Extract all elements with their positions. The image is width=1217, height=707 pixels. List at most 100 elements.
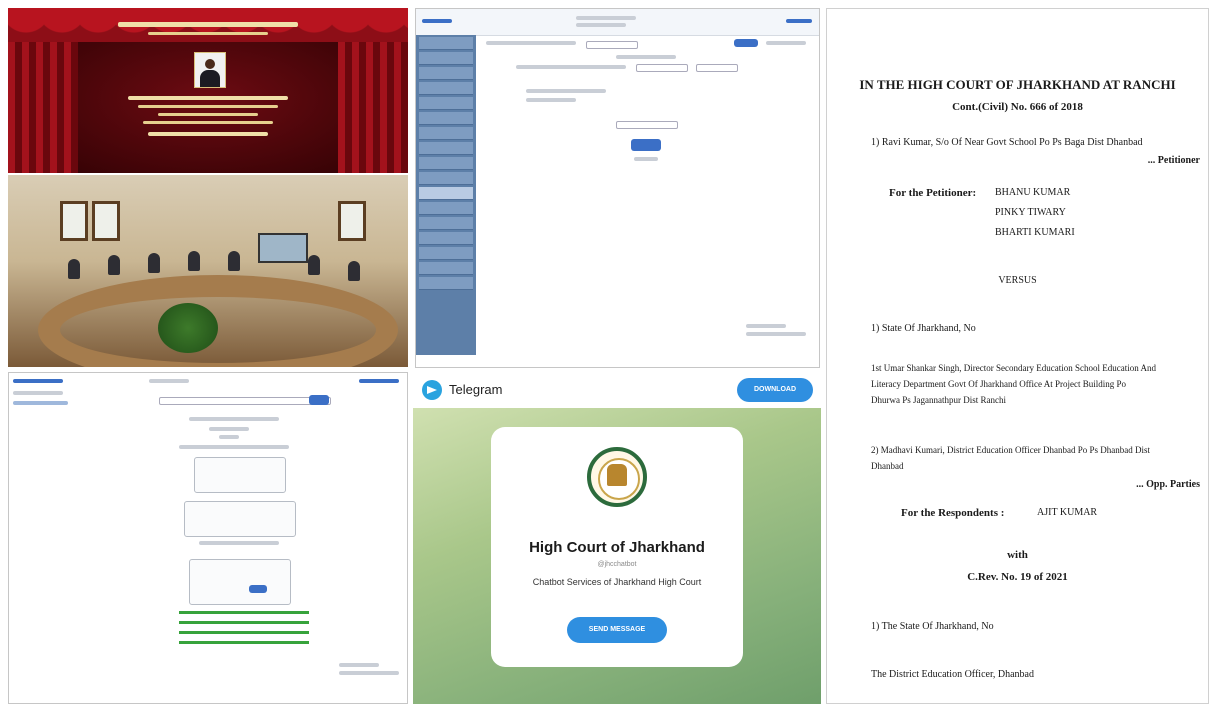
form-select[interactable] [696, 64, 738, 72]
nav-item[interactable] [419, 82, 473, 95]
telegram-screenshot: Telegram DOWNLOAD High Court of Jharkhan… [413, 372, 821, 704]
nav-item-active[interactable] [419, 187, 473, 200]
download-link[interactable] [179, 611, 309, 614]
person [228, 251, 240, 271]
footer-line [339, 671, 399, 675]
person [148, 253, 160, 273]
nav-item[interactable] [419, 157, 473, 170]
person [308, 255, 320, 275]
result-line [199, 541, 279, 545]
respondent-1a-line: Dhurwa Ps Jagannathpur Dist Ranchi [871, 395, 1006, 405]
wall-window [92, 201, 120, 241]
view-button[interactable] [249, 585, 267, 593]
result-heading-line [189, 417, 279, 421]
petitioner-line: 1) Ravi Kumar, S/o Of Near Govt School P… [871, 137, 1143, 148]
result-line [209, 427, 249, 431]
nav-item[interactable] [419, 277, 473, 290]
channel-description: Chatbot Services of Jharkhand High Court [532, 577, 702, 587]
linked-case-number: C.Rev. No. 19 of 2021 [967, 571, 1068, 583]
respondent-1a-line: 1st Umar Shankar Singh, Director Seconda… [871, 363, 1156, 373]
nav-item[interactable] [419, 232, 473, 245]
side-navigation [416, 35, 476, 355]
channel-card: High Court of Jharkhand @jhcchatbot Chat… [491, 427, 743, 667]
download-link[interactable] [179, 621, 309, 624]
petitioner-counsel: BHARTI KUMARI [995, 227, 1075, 238]
nav-item[interactable] [419, 142, 473, 155]
person [108, 255, 120, 275]
form-topbar [416, 9, 819, 36]
footer-line [746, 332, 806, 336]
send-message-button[interactable]: SEND MESSAGE [567, 617, 667, 643]
form-select[interactable] [636, 64, 688, 72]
stage-caption-line [138, 105, 278, 108]
nav-item[interactable] [419, 67, 473, 80]
nav-item[interactable] [419, 127, 473, 140]
for-respondent-label: For the Respondents : [901, 507, 1005, 519]
nav-item[interactable] [419, 52, 473, 65]
nav-item[interactable] [419, 112, 473, 125]
form-note-line [526, 89, 606, 93]
submit-button[interactable] [631, 139, 661, 151]
potted-plant [158, 303, 218, 353]
login-link[interactable] [786, 19, 812, 23]
login-link[interactable] [359, 379, 399, 383]
reset-link[interactable] [634, 157, 658, 161]
nav-item[interactable] [419, 202, 473, 215]
search-button[interactable] [309, 395, 329, 405]
captcha-input[interactable] [616, 121, 678, 129]
linked-respondent: 1) The State Of Jharkhand, No [871, 621, 994, 632]
wall-window [338, 201, 366, 241]
channel-handle: @jhcchatbot [597, 561, 637, 568]
telegram-app-title: Telegram [449, 382, 503, 397]
case-status-screenshot [8, 372, 408, 704]
search-fields[interactable] [159, 397, 331, 405]
linked-respondent: The District Education Officer, Dhanbad [871, 669, 1034, 680]
conference-table [38, 275, 398, 367]
download-link[interactable] [179, 631, 309, 634]
nav-item[interactable] [419, 172, 473, 185]
nav-item[interactable] [419, 97, 473, 110]
site-subtitle-line [576, 23, 626, 27]
person [348, 261, 360, 281]
form-heading-line [616, 55, 676, 59]
stage-caption-line [143, 121, 273, 124]
footer-line [746, 324, 786, 328]
stage-date-line [148, 132, 268, 136]
stage-caption-line [128, 96, 288, 100]
go-button[interactable] [734, 39, 758, 47]
result-box [189, 559, 291, 605]
petitioner-counsel: PINKY TIWARY [995, 207, 1066, 218]
site-title-line [576, 16, 636, 20]
stage-heading [118, 22, 298, 27]
respondent-counsel: AJIT KUMAR [1037, 507, 1098, 518]
nav-item[interactable] [419, 262, 473, 275]
person [68, 259, 80, 279]
form-field-line[interactable] [516, 65, 626, 69]
download-button[interactable]: DOWNLOAD [737, 378, 813, 402]
case-number: Cont.(Civil) No. 666 of 2018 [952, 101, 1083, 113]
nav-item[interactable] [419, 247, 473, 260]
side-link-active[interactable] [13, 401, 68, 405]
respondent-role: ... Opp. Parties [1136, 479, 1200, 490]
person [188, 251, 200, 271]
for-petitioner-label: For the Petitioner: [889, 187, 977, 199]
court-emblem-icon [587, 447, 647, 507]
toolbar-icons[interactable] [766, 41, 806, 45]
respondent-1a-line: Literacy Department Govt Of Jharkhand Of… [871, 379, 1127, 389]
channel-name: High Court of Jharkhand [529, 539, 705, 556]
nav-item[interactable] [419, 217, 473, 230]
with-label: with [1007, 549, 1028, 561]
portrait-photo [194, 52, 226, 88]
telegram-header: Telegram DOWNLOAD [413, 372, 821, 408]
stage-photo [8, 8, 408, 173]
versus-label: VERSUS [998, 275, 1037, 286]
result-line [179, 445, 289, 449]
nav-item[interactable] [419, 37, 473, 50]
meeting-room-photo [8, 175, 408, 367]
telegram-logo-icon [422, 380, 442, 400]
side-link[interactable] [13, 391, 63, 395]
wall-window [60, 201, 88, 241]
download-link[interactable] [179, 641, 309, 644]
form-field-line[interactable] [486, 41, 576, 45]
form-input[interactable] [586, 41, 638, 49]
